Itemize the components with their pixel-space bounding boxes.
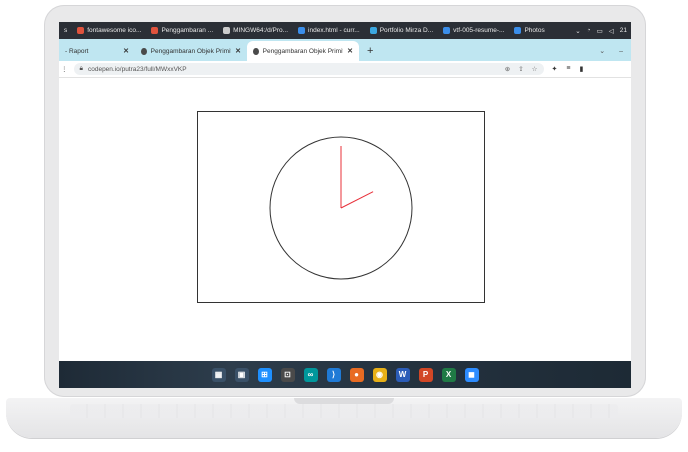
- tab-penggambaran-1[interactable]: Penggambaran Objek Primitif (Li... ✕: [135, 41, 247, 61]
- window-item-label: fontawesome ico...: [87, 27, 142, 34]
- firefox-icon[interactable]: ●: [349, 367, 364, 382]
- zoom-icon[interactable]: ⊕: [505, 65, 510, 73]
- vscode-app-icon: [298, 27, 306, 34]
- laptop-screen: s fontawesome ico... Penggambaran ... MI…: [59, 22, 631, 388]
- minimize-button[interactable]: –: [619, 48, 623, 55]
- window-item-label: Photos: [524, 27, 545, 34]
- close-icon[interactable]: ✕: [347, 47, 353, 55]
- close-icon[interactable]: ✕: [123, 47, 129, 55]
- close-icon[interactable]: ✕: [235, 47, 241, 55]
- side-panel-icon[interactable]: ▮: [579, 65, 583, 73]
- wifi-icon[interactable]: ◔: [587, 27, 591, 34]
- terminal-icon[interactable]: ⊡: [280, 367, 295, 382]
- window-item-label: Penggambaran ...: [161, 27, 214, 34]
- word-icon[interactable]: W: [395, 367, 410, 382]
- tab-label: Penggambaran Objek Primitif (Li...: [150, 47, 231, 55]
- laptop-keyboard: [70, 404, 618, 418]
- tab-raport[interactable]: - Raport ✕: [59, 41, 135, 61]
- lock-icon[interactable]: 🔒︎: [80, 65, 83, 73]
- window-item-label: MINGW64:/d/Pro...: [233, 27, 289, 34]
- widgets-icon[interactable]: ▣: [234, 367, 249, 382]
- drawing-canvas: [197, 111, 485, 303]
- window-item-2[interactable]: Penggambaran ...: [146, 22, 218, 39]
- laptop-notch: [294, 398, 394, 404]
- document-app-icon: [443, 27, 451, 34]
- windows-taskbar: ▦ ▣ ⊞ ⊡ ∞ ⟩ ● ◉ W P X ◼: [59, 361, 631, 388]
- tray-chevron-icon[interactable]: ⌄: [575, 27, 580, 35]
- vscode-icon[interactable]: ⟩: [326, 367, 341, 382]
- tab-label: - Raport: [65, 47, 89, 55]
- window-item-7[interactable]: Photos: [509, 22, 549, 39]
- reading-list-icon[interactable]: ≡: [566, 65, 570, 73]
- codepen-favicon-icon: [141, 47, 147, 55]
- clock-hour-hand: [340, 191, 374, 209]
- chrome-icon[interactable]: ◉: [372, 367, 387, 382]
- tab-search-chevron-icon[interactable]: ⌄: [599, 47, 605, 55]
- task-view-icon[interactable]: ▦: [211, 367, 226, 382]
- git-bash-icon: [223, 27, 231, 34]
- extensions-icon[interactable]: ✦: [552, 65, 558, 73]
- speaker-icon[interactable]: ◁: [609, 27, 614, 35]
- share-icon[interactable]: ⇪: [518, 65, 523, 73]
- page-content: [59, 78, 631, 361]
- clock-drawing: [269, 136, 413, 280]
- address-bar-row: ⋮ 🔒︎ codepen.io/putra23/full/MWxxVKP ⊕ ⇪…: [59, 61, 631, 78]
- url-field[interactable]: 🔒︎ codepen.io/putra23/full/MWxxVKP ⊕ ⇪ ☆: [73, 63, 544, 75]
- url-text: codepen.io/putra23/full/MWxxVKP: [87, 65, 187, 73]
- window-item-3[interactable]: MINGW64:/d/Pro...: [218, 22, 293, 39]
- system-tray: ⌄ ◔ ▭ ◁ 21: [575, 27, 631, 35]
- powerpoint-icon[interactable]: P: [418, 367, 433, 382]
- fontawesome-app-icon: [77, 27, 85, 34]
- window-item-4[interactable]: index.html - curr...: [293, 22, 365, 39]
- window-item-label: Portfolio Mirza D...: [379, 27, 434, 34]
- tray-time[interactable]: 21: [620, 27, 627, 34]
- zoom-icon[interactable]: ◼: [464, 367, 479, 382]
- menu-dots-icon[interactable]: ⋮: [59, 65, 68, 73]
- window-item-0[interactable]: s: [59, 22, 72, 39]
- excel-icon[interactable]: X: [441, 367, 456, 382]
- window-item-label: vtf-005-resume-...: [453, 27, 505, 34]
- arduino-icon[interactable]: ∞: [303, 367, 318, 382]
- chrome-app-icon: [369, 27, 377, 34]
- window-controls: ⌄ –: [599, 41, 631, 61]
- window-list-strip: s fontawesome ico... Penggambaran ... MI…: [59, 22, 631, 39]
- window-item-label: s: [64, 27, 68, 34]
- window-item-label: index.html - curr...: [308, 27, 360, 34]
- window-item-6[interactable]: vtf-005-resume-...: [438, 22, 509, 39]
- windows-start-icon[interactable]: ⊞: [257, 367, 272, 382]
- tab-penggambaran-active[interactable]: Penggambaran Objek Primitif (Li... ✕: [247, 41, 359, 61]
- window-item-1[interactable]: fontawesome ico...: [72, 22, 146, 39]
- bookmark-star-icon[interactable]: ☆: [532, 65, 538, 73]
- browser-toolbar: ✦ ≡ ▮: [544, 65, 592, 73]
- codepen-favicon-icon: [253, 47, 259, 55]
- browser-tab-bar: - Raport ✕ Penggambaran Objek Primitif (…: [59, 39, 631, 61]
- photos-app-icon: [514, 27, 522, 34]
- browser-app-icon: [151, 27, 159, 34]
- window-item-5[interactable]: Portfolio Mirza D...: [365, 22, 438, 39]
- battery-icon[interactable]: ▭: [597, 27, 603, 35]
- tab-label: Penggambaran Objek Primitif (Li...: [262, 47, 343, 55]
- new-tab-button[interactable]: +: [359, 41, 381, 61]
